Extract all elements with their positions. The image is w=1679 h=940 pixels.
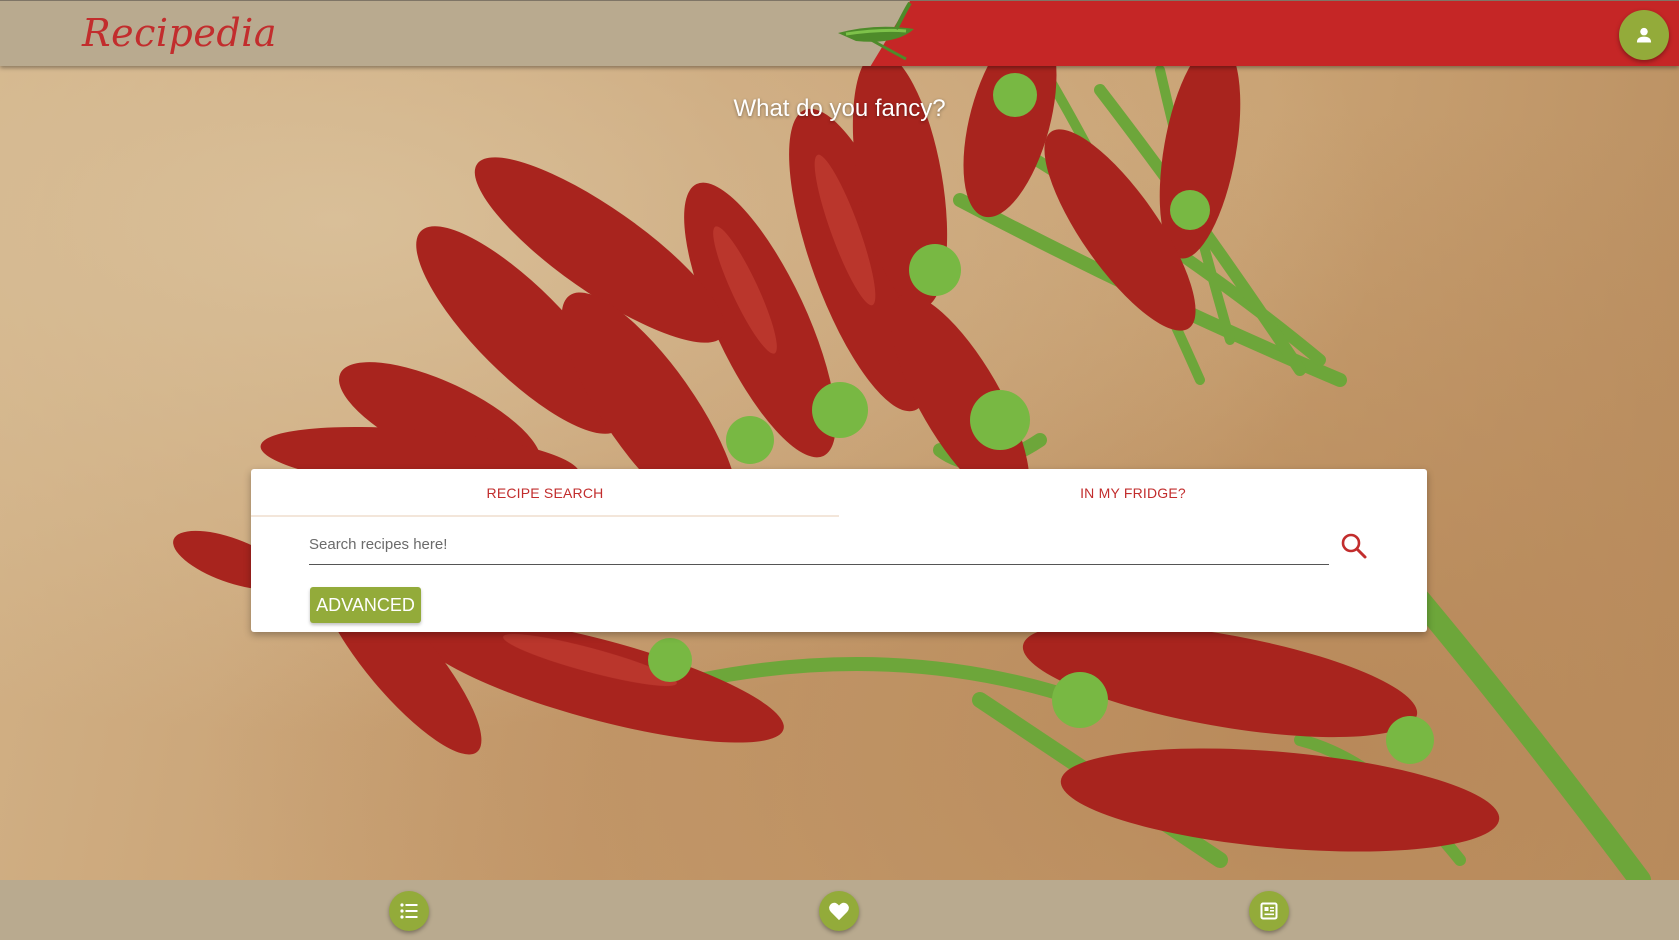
- search-button[interactable]: [1339, 531, 1369, 561]
- news-button[interactable]: [1249, 891, 1289, 931]
- tab-recipe-search[interactable]: RECIPE SEARCH: [251, 469, 839, 517]
- chili-pepper-icon: [838, 1, 914, 61]
- app-header: Recipedia: [0, 0, 1679, 66]
- bottom-nav: [0, 880, 1679, 940]
- hero-background-image: [0, 0, 1679, 880]
- news-icon: [1260, 902, 1278, 920]
- active-tab-indicator: [251, 515, 839, 517]
- list-icon: [400, 903, 418, 919]
- search-card: RECIPE SEARCH IN MY FRIDGE? ADVANCED: [251, 469, 1427, 632]
- heart-icon: [829, 902, 849, 921]
- favorites-button[interactable]: [819, 891, 859, 931]
- advanced-button[interactable]: ADVANCED: [310, 587, 421, 623]
- person-icon: [1636, 27, 1652, 43]
- search-icon: [1341, 533, 1367, 559]
- tab-in-my-fridge[interactable]: IN MY FRIDGE?: [839, 469, 1427, 517]
- app-logo[interactable]: Recipedia: [82, 11, 277, 55]
- list-button[interactable]: [389, 891, 429, 931]
- profile-button[interactable]: [1619, 10, 1669, 60]
- search-input[interactable]: [309, 525, 1329, 565]
- hero-tagline: What do you fancy?: [733, 95, 946, 122]
- search-tabs: RECIPE SEARCH IN MY FRIDGE?: [251, 469, 1427, 517]
- header-accent-band: [870, 1, 1679, 66]
